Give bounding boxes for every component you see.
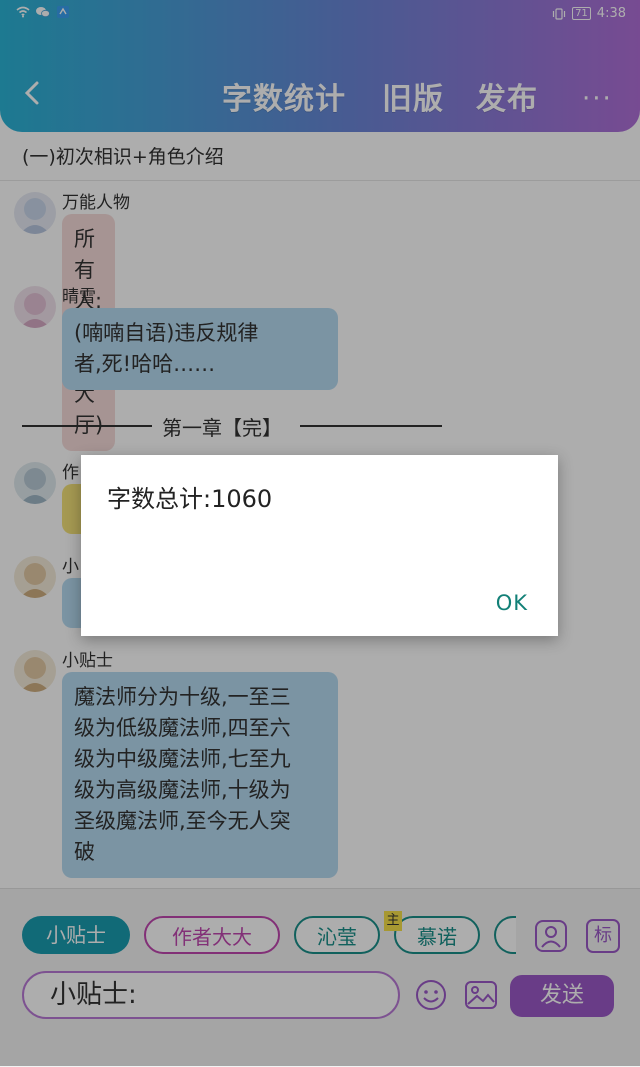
ok-button[interactable]: OK [496,591,528,615]
dialog-message: 字数总计:1060 [107,485,273,513]
word-count-dialog: 字数总计:1060 OK [81,455,558,636]
